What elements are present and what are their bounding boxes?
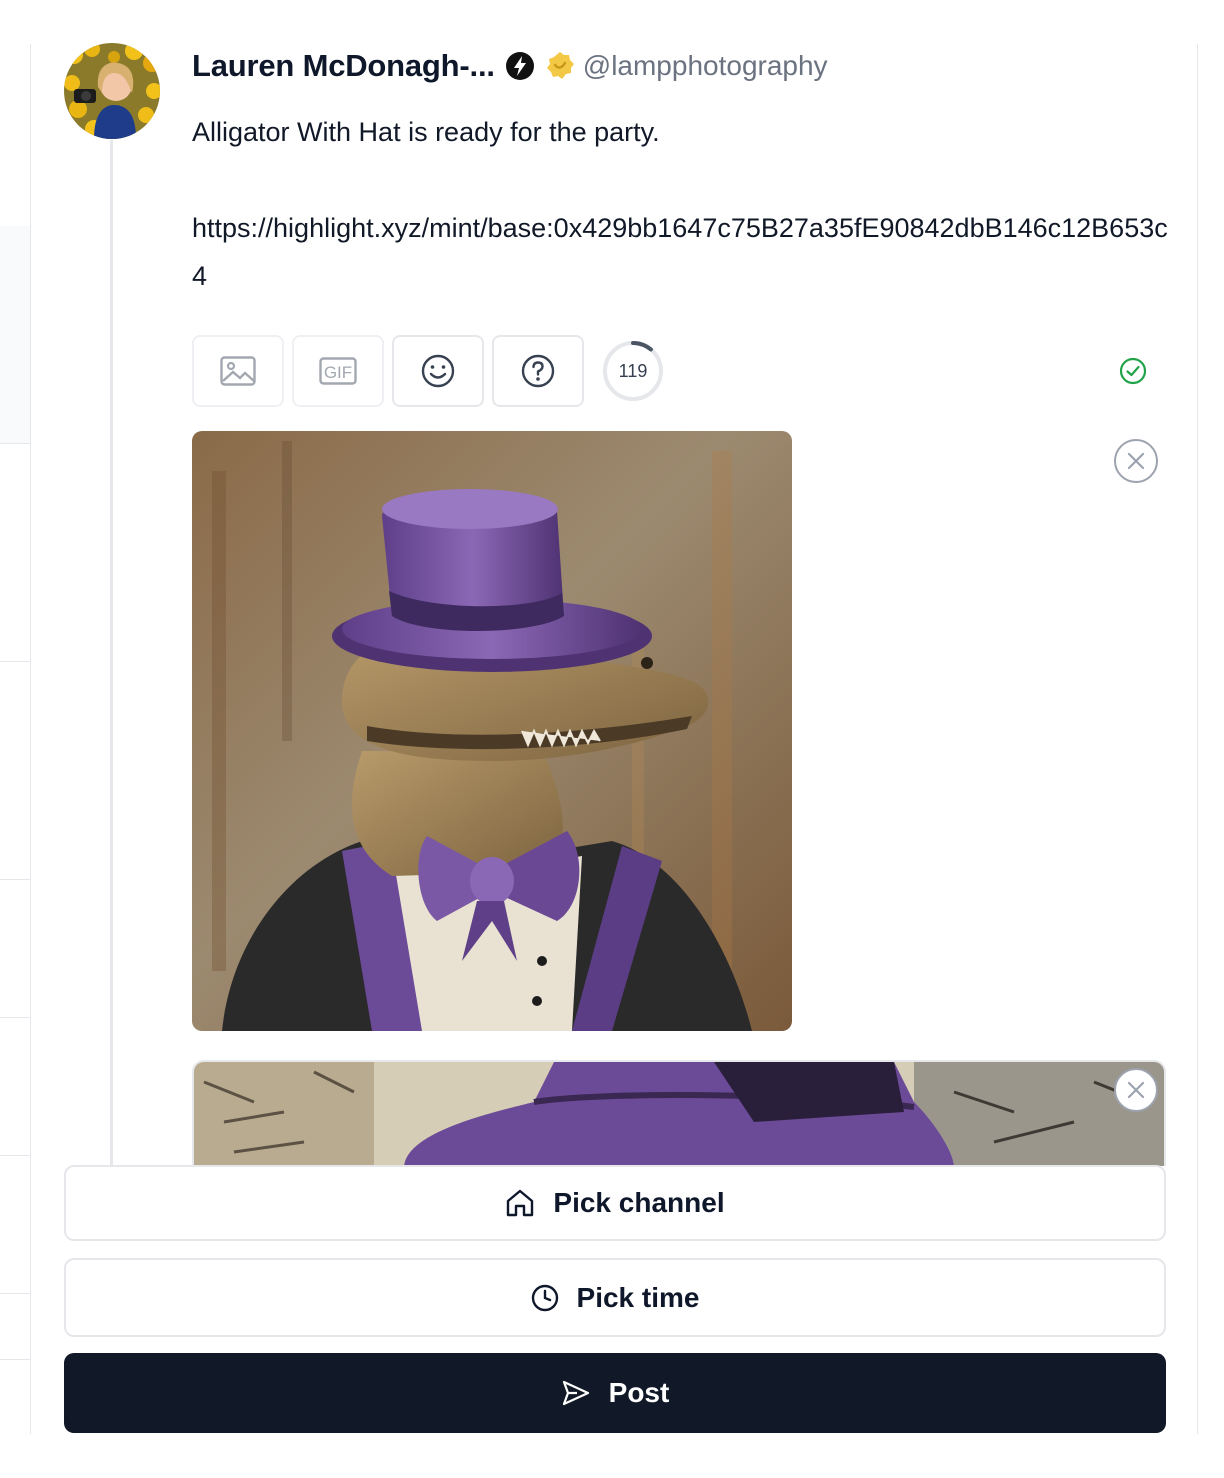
post-button[interactable]: Post xyxy=(64,1353,1166,1433)
avatar-photo xyxy=(64,43,160,139)
smiley-icon xyxy=(421,354,455,388)
character-count: 119 xyxy=(618,361,648,381)
post-text: Alligator With Hat is ready for the part… xyxy=(192,117,660,147)
right-panel-edge xyxy=(1197,44,1198,1434)
post-header: Lauren McDonagh-... @lampphotography xyxy=(192,44,828,88)
divider xyxy=(0,1293,30,1294)
embed-image xyxy=(194,1062,1164,1166)
alligator-with-hat-image xyxy=(192,431,792,1031)
check-circle-icon xyxy=(1119,357,1147,385)
remove-image-button[interactable] xyxy=(1114,439,1158,483)
close-icon xyxy=(1127,1081,1145,1099)
close-icon xyxy=(1127,452,1145,470)
power-badge-icon xyxy=(505,51,535,81)
thread-line xyxy=(110,140,113,1166)
post-label: Post xyxy=(608,1377,670,1408)
emoji-button[interactable] xyxy=(392,335,484,407)
post-body[interactable]: Alligator With Hat is ready for the part… xyxy=(192,108,1172,300)
pick-channel-button[interactable]: Pick channel xyxy=(64,1165,1166,1241)
send-icon xyxy=(562,1380,589,1406)
image-icon xyxy=(220,356,256,386)
display-name[interactable]: Lauren McDonagh-... xyxy=(192,48,495,84)
left-panel-shade xyxy=(0,226,30,444)
pick-channel-label: Pick channel xyxy=(553,1187,725,1218)
character-counter: 119 xyxy=(602,340,664,402)
pick-time-label: Pick time xyxy=(576,1281,700,1313)
home-icon xyxy=(507,1189,534,1217)
svg-text:GIF: GIF xyxy=(324,363,352,382)
clock-icon xyxy=(531,1284,558,1311)
user-handle[interactable]: @lampphotography xyxy=(583,50,828,82)
yellow-verified-badge-icon xyxy=(545,51,575,81)
gif-button[interactable]: GIF xyxy=(292,335,384,407)
gif-icon: GIF xyxy=(319,357,357,385)
divider xyxy=(0,1359,30,1360)
avatar[interactable] xyxy=(64,43,160,139)
question-icon xyxy=(521,354,555,388)
divider xyxy=(0,1155,30,1156)
remove-embed-button[interactable] xyxy=(1114,1068,1158,1112)
divider xyxy=(0,879,30,880)
divider xyxy=(0,1017,30,1018)
link-embed-preview[interactable] xyxy=(192,1060,1166,1166)
image-upload-button[interactable] xyxy=(192,335,284,407)
post-url: https://highlight.xyz/mint/base:0x429bb1… xyxy=(192,213,1168,291)
attached-image[interactable] xyxy=(192,431,792,1031)
help-button[interactable] xyxy=(492,335,584,407)
composer-toolbar: GIF 119 xyxy=(192,335,664,407)
divider xyxy=(0,661,30,662)
divider xyxy=(0,443,30,444)
pick-time-button[interactable]: Pick time xyxy=(64,1258,1166,1337)
left-panel-edge xyxy=(0,44,31,1434)
